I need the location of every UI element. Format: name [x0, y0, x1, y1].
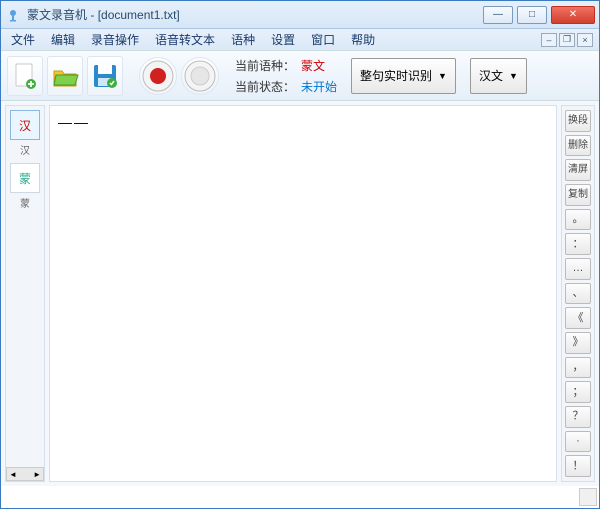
btn-book-open[interactable]: 《: [565, 307, 591, 329]
btn-book-close[interactable]: 》: [565, 332, 591, 354]
output-language-dropdown[interactable]: 汉文 ▼: [470, 58, 527, 94]
menu-bar: 文件 编辑 录音操作 语音转文本 语种 设置 窗口 帮助 – ❐ ×: [1, 29, 599, 51]
status-block: 当前语种： 蒙文 当前状态： 未开始: [235, 57, 337, 95]
chevron-down-icon: ▼: [509, 71, 518, 81]
menu-file[interactable]: 文件: [7, 29, 39, 50]
output-language-value: 汉文: [479, 67, 503, 84]
language-label: 当前语种：: [235, 57, 295, 74]
recognition-mode-dropdown[interactable]: 整句实时识别 ▼: [351, 58, 456, 94]
state-value: 未开始: [301, 78, 337, 95]
btn-colon[interactable]: ：: [565, 233, 591, 255]
btn-semicolon[interactable]: ；: [565, 381, 591, 403]
app-window: 蒙文录音机 - [document1.txt] — □ ✕ 文件 编辑 录音操作…: [0, 0, 600, 509]
btn-delete[interactable]: 删除: [565, 135, 591, 157]
close-button[interactable]: ✕: [551, 6, 595, 24]
chevron-down-icon: ▼: [438, 71, 447, 81]
minimize-button[interactable]: —: [483, 6, 513, 24]
btn-question[interactable]: ？: [565, 406, 591, 428]
app-icon: [5, 7, 21, 23]
text-editor[interactable]: ——: [49, 105, 557, 482]
tab-mongolian[interactable]: 蒙: [10, 163, 40, 193]
menu-settings[interactable]: 设置: [267, 29, 299, 50]
window-controls: — □ ✕: [479, 6, 595, 24]
btn-copy[interactable]: 复制: [565, 184, 591, 206]
workspace: 汉 汉 蒙 蒙 ◄► —— 换段 删除 清屏 复制 。 ： … 、 《 》 ， …: [1, 101, 599, 486]
tab-chinese[interactable]: 汉: [10, 110, 40, 140]
btn-enum-comma[interactable]: 、: [565, 283, 591, 305]
punctuation-panel: 换段 删除 清屏 复制 。 ： … 、 《 》 ， ； ？ · ！: [561, 105, 595, 482]
title-bar: 蒙文录音机 - [document1.txt] — □ ✕: [1, 1, 599, 29]
toolbar: 当前语种： 蒙文 当前状态： 未开始 整句实时识别 ▼ 汉文 ▼: [1, 51, 599, 101]
menu-window[interactable]: 窗口: [307, 29, 339, 50]
tab-mongolian-sub: 蒙: [20, 195, 30, 210]
btn-ellipsis[interactable]: …: [565, 258, 591, 280]
mdi-restore-button[interactable]: ❐: [559, 33, 575, 47]
maximize-button[interactable]: □: [517, 6, 547, 24]
btn-period[interactable]: 。: [565, 209, 591, 231]
editor-content: ——: [58, 114, 90, 130]
left-scrollbar[interactable]: ◄►: [6, 467, 44, 481]
btn-newparagraph[interactable]: 换段: [565, 110, 591, 132]
state-label: 当前状态：: [235, 78, 295, 95]
stop-button[interactable]: [181, 57, 219, 95]
language-value: 蒙文: [301, 57, 325, 74]
open-file-button[interactable]: [47, 56, 83, 96]
mdi-minimize-button[interactable]: –: [541, 33, 557, 47]
menu-voice-to-text[interactable]: 语音转文本: [151, 29, 219, 50]
tab-chinese-sub: 汉: [20, 142, 30, 157]
resize-grip[interactable]: [579, 488, 597, 506]
btn-middot[interactable]: ·: [565, 431, 591, 453]
mdi-close-button[interactable]: ×: [577, 33, 593, 47]
menu-record-ops[interactable]: 录音操作: [87, 29, 143, 50]
language-tabs-panel: 汉 汉 蒙 蒙 ◄►: [5, 105, 45, 482]
save-button[interactable]: [87, 56, 123, 96]
menu-language[interactable]: 语种: [227, 29, 259, 50]
window-title: 蒙文录音机 - [document1.txt]: [27, 6, 479, 23]
menu-edit[interactable]: 编辑: [47, 29, 79, 50]
menu-help[interactable]: 帮助: [347, 29, 379, 50]
btn-clear[interactable]: 清屏: [565, 159, 591, 181]
mdi-controls: – ❐ ×: [541, 33, 593, 47]
record-button[interactable]: [139, 57, 177, 95]
new-file-button[interactable]: [7, 56, 43, 96]
btn-comma[interactable]: ，: [565, 357, 591, 379]
recognition-mode-value: 整句实时识别: [360, 67, 432, 84]
btn-exclaim[interactable]: ！: [565, 455, 591, 477]
